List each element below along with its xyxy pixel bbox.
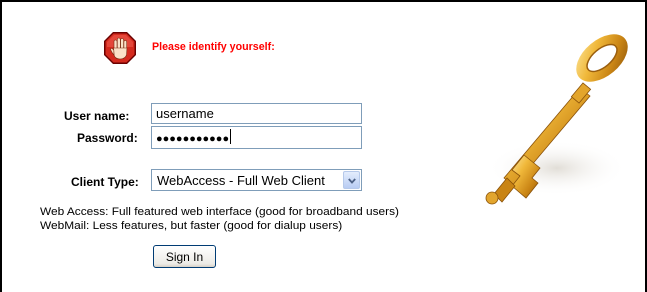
- stop-hand-icon: [104, 32, 136, 64]
- username-input[interactable]: username: [151, 103, 362, 124]
- golden-key-icon: [485, 34, 628, 205]
- dropdown-button[interactable]: [343, 171, 360, 189]
- web-access-info: Web Access: Full featured web interface …: [40, 206, 400, 218]
- sign-in-button[interactable]: Sign In: [153, 245, 216, 268]
- password-mask: ●●●●●●●●●●●: [156, 133, 230, 145]
- client-type-label: Client Type:: [71, 175, 139, 189]
- username-label: User name:: [64, 109, 130, 123]
- chevron-down-icon: [348, 178, 356, 184]
- password-label: Password:: [77, 131, 138, 145]
- password-input[interactable]: ●●●●●●●●●●●: [151, 126, 362, 149]
- client-type-select[interactable]: WebAccess - Full Web Client: [151, 169, 362, 191]
- webmail-info: WebMail: Less features, but faster (good…: [40, 220, 343, 232]
- username-value: username: [156, 106, 214, 121]
- identify-prompt: Please identify yourself:: [152, 41, 275, 53]
- client-type-value: WebAccess - Full Web Client: [157, 173, 325, 188]
- text-caret: [230, 129, 232, 144]
